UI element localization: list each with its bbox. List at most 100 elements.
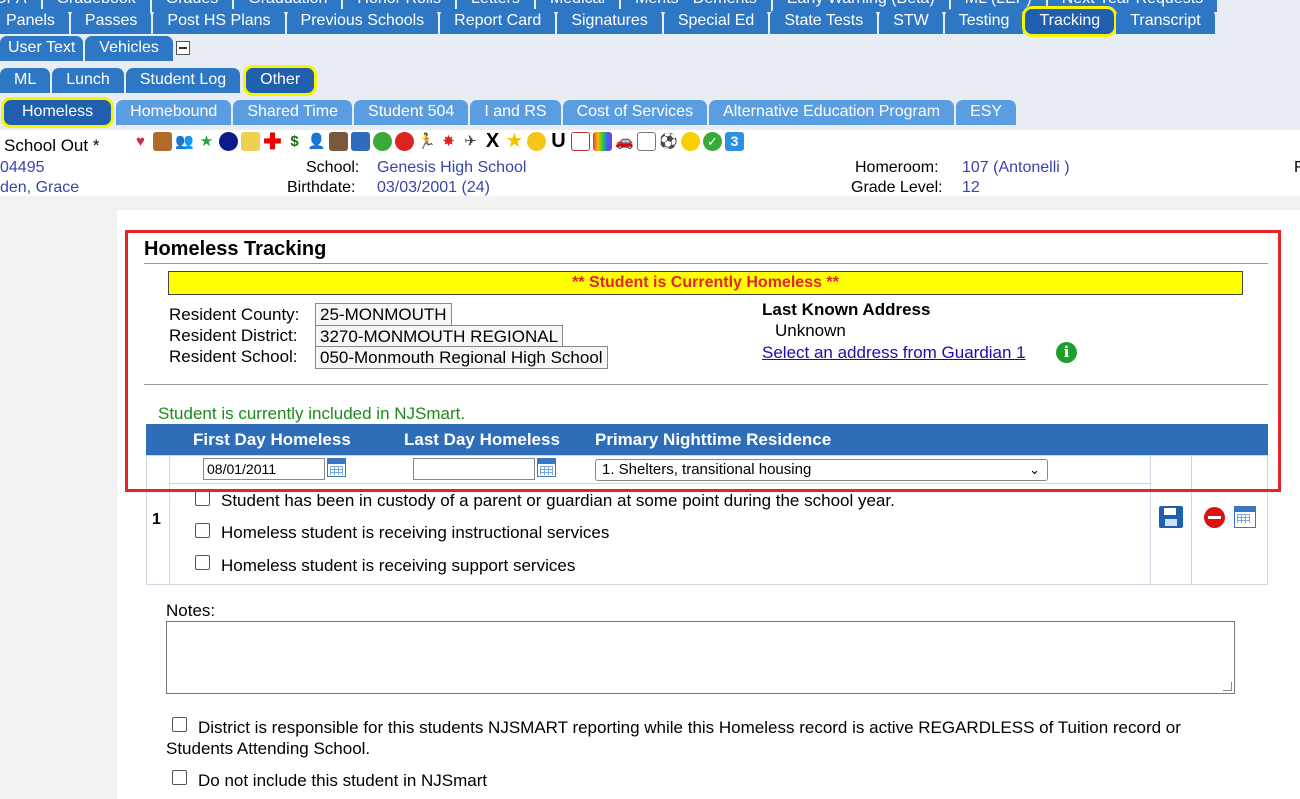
info-icon[interactable]: i — [1056, 342, 1077, 363]
runner-icon[interactable]: 🏃 — [417, 132, 436, 151]
tab-row-3: ML Lunch Student Log Other — [0, 68, 316, 93]
custody-checkbox-label: Student has been in custody of a parent … — [221, 491, 895, 510]
truncated-label: F — [1294, 159, 1300, 176]
tab-panels[interactable]: Panels — [0, 9, 69, 34]
tab-homeless[interactable]: Homeless — [4, 100, 112, 125]
number-3-icon[interactable]: 3 — [725, 132, 744, 151]
people-icon[interactable]: 👥 — [175, 132, 194, 151]
exclude-njsmart-label: Do not include this student in NJSmart — [198, 771, 488, 790]
resident-district-value: 3270-MONMOUTH REGIONAL — [315, 325, 564, 348]
title-divider — [144, 263, 1268, 264]
student-id: 04495 — [0, 159, 45, 176]
instructional-services-label: Homeless student is receiving instructio… — [221, 523, 610, 542]
tab-homebound[interactable]: Homebound — [116, 100, 232, 125]
speech-icon[interactable] — [373, 132, 392, 151]
red-cross-icon[interactable]: ✚ — [263, 131, 282, 153]
district-responsible-label: District is responsible for this student… — [166, 718, 1181, 758]
tab-esy[interactable]: ESY — [956, 100, 1017, 125]
tab-alternative-education-program[interactable]: Alternative Education Program — [709, 100, 955, 125]
tab-vehicles[interactable]: Vehicles — [85, 36, 173, 61]
first-day-input[interactable]: 08/01/2011 — [203, 458, 325, 480]
tab-previous-schools[interactable]: Previous Schools — [286, 9, 439, 34]
tab-student-log[interactable]: Student Log — [125, 68, 241, 93]
rainbow-icon[interactable] — [593, 132, 612, 151]
smiley-icon[interactable] — [527, 132, 546, 151]
support-services-checkbox[interactable] — [195, 555, 210, 570]
resident-district-label: Resident District: — [169, 326, 298, 345]
tab-signatures[interactable]: Signatures — [557, 9, 662, 34]
tab-testing[interactable]: Testing — [944, 9, 1024, 34]
save-icon[interactable] — [1159, 506, 1183, 528]
column-divider — [169, 455, 170, 585]
car-icon[interactable]: 🚗 — [615, 132, 634, 151]
tab-other[interactable]: Other — [246, 68, 315, 93]
tab-special-ed[interactable]: Special Ed — [663, 9, 769, 34]
section-divider — [144, 384, 1268, 385]
last-day-input[interactable] — [413, 458, 535, 480]
tab-i-and-rs[interactable]: I and RS — [470, 100, 561, 125]
no-icon[interactable] — [395, 132, 414, 151]
school-out-label: School Out * — [4, 136, 100, 155]
select-address-link[interactable]: Select an address from Guardian 1 — [762, 343, 1026, 363]
tab-report-card[interactable]: Report Card — [440, 9, 556, 34]
briefcase-icon[interactable] — [153, 132, 172, 151]
resident-county-value: 25-MONMOUTH — [315, 303, 452, 326]
tab-row-4: Homeless Homebound Shared Time Student 5… — [4, 100, 1018, 125]
check-icon[interactable]: ✓ — [703, 132, 722, 151]
resize-handle[interactable] — [1223, 682, 1232, 691]
tab-lunch[interactable]: Lunch — [52, 68, 124, 93]
blue-dot-icon[interactable] — [219, 132, 238, 151]
collapse-icon[interactable] — [175, 41, 190, 55]
dollar-icon[interactable]: $ — [285, 132, 304, 151]
calendar-icon[interactable] — [537, 458, 556, 477]
notes-textarea[interactable] — [166, 621, 1235, 694]
tab-ml[interactable]: ML — [0, 68, 51, 93]
homeless-status-banner: ** Student is Currently Homeless ** — [168, 271, 1243, 295]
notes-label: Notes: — [166, 601, 216, 620]
tab-stw[interactable]: STW — [879, 9, 943, 34]
tab-passes[interactable]: Passes — [70, 9, 152, 34]
student-header: School Out * 04495 den, Grace ♥ 👥 ★ ✚ $ … — [0, 130, 1300, 196]
tab-shared-time[interactable]: Shared Time — [233, 100, 353, 125]
tab-tracking[interactable]: Tracking — [1025, 9, 1115, 34]
u-icon[interactable]: U — [549, 131, 568, 151]
nighttime-residence-select[interactable]: 1. Shelters, transitional housing ⌄ — [595, 459, 1048, 481]
tab-row-1: Panels Passes Post HS Plans Previous Sch… — [0, 9, 1217, 34]
instructional-services-checkbox[interactable] — [195, 523, 210, 538]
card-icon[interactable] — [571, 132, 590, 151]
plane-icon[interactable]: ✈ — [461, 132, 480, 151]
tab-student-504[interactable]: Student 504 — [354, 100, 469, 125]
soccer-icon[interactable]: ⚽ — [659, 132, 678, 151]
tab-transcript[interactable]: Transcript — [1116, 9, 1215, 34]
burst-icon[interactable]: ✸ — [439, 132, 458, 151]
calendar-icon[interactable] — [327, 458, 346, 477]
column-divider — [1191, 455, 1192, 585]
last-known-address-value: Unknown — [775, 321, 846, 340]
birthdate-label: Birthdate: — [287, 179, 356, 196]
person-icon[interactable]: 👤 — [307, 132, 326, 151]
x-icon[interactable]: X — [483, 131, 502, 151]
tab-post-hs-plans[interactable]: Post HS Plans — [153, 9, 285, 34]
graduate-icon[interactable] — [329, 132, 348, 151]
column-last-day: Last Day Homeless — [404, 430, 560, 449]
homeroom-value: 107 (Antonelli ) — [962, 159, 1070, 176]
school-value: Genesis High School — [377, 159, 527, 176]
calendar-icon[interactable] — [1234, 506, 1256, 528]
delete-icon[interactable] — [1204, 507, 1225, 528]
circle-icon[interactable] — [681, 132, 700, 151]
tab-cost-of-services[interactable]: Cost of Services — [562, 100, 708, 125]
custody-checkbox[interactable] — [195, 491, 210, 506]
last-known-address-label: Last Known Address — [762, 300, 931, 319]
heart-icon[interactable]: ♥ — [131, 132, 150, 151]
star-icon[interactable]: ★ — [197, 132, 216, 151]
certificate-icon[interactable] — [637, 132, 656, 151]
gold-star-icon[interactable]: ★ — [505, 131, 524, 151]
tab-state-tests[interactable]: State Tests — [770, 9, 878, 34]
njsmart-status: Student is currently included in NJSmart… — [158, 404, 466, 423]
tab-user-text[interactable]: User Text — [0, 36, 84, 61]
book-icon[interactable] — [351, 132, 370, 151]
exclude-njsmart-checkbox[interactable] — [172, 770, 187, 785]
column-nighttime-residence: Primary Nighttime Residence — [595, 430, 832, 449]
folder-icon[interactable] — [241, 132, 260, 151]
school-label: School: — [306, 159, 360, 176]
